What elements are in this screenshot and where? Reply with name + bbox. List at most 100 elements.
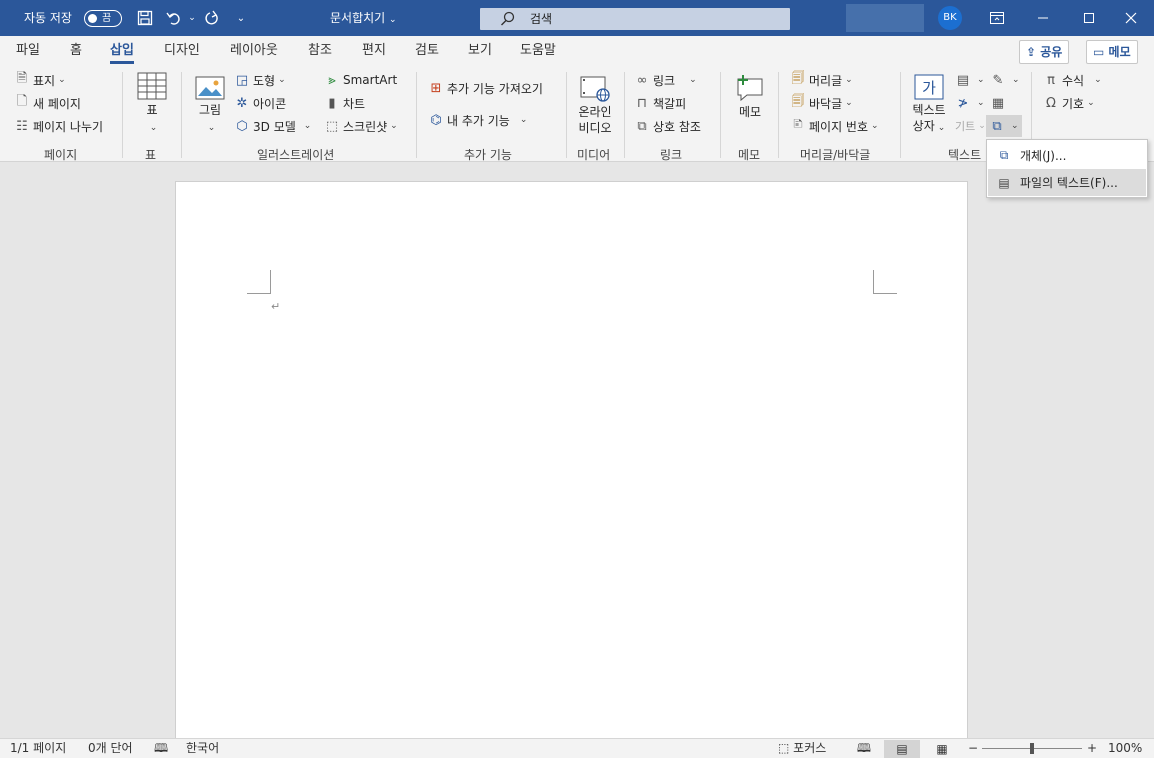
page-break-button[interactable]: ☷ 페이지 나누기 [14, 116, 103, 136]
document-title[interactable]: 문서합치기 ⌄ [330, 0, 397, 36]
new-comment-button[interactable]: 메모 [733, 74, 767, 120]
header-button[interactable]: 🗐 머리글 ⌄ [790, 70, 853, 90]
tab-insert[interactable]: 삽입 [110, 36, 134, 66]
chart-button[interactable]: ▮ 차트 [324, 93, 365, 113]
online-video-button[interactable]: 온라인 비디오 [574, 76, 616, 136]
3d-cube-icon: ⬡ [236, 118, 248, 134]
web-layout-icon[interactable]: ▦ [924, 740, 960, 758]
customize-qat-icon[interactable]: ⌄ [231, 8, 251, 28]
save-icon[interactable] [135, 8, 155, 28]
search-box[interactable]: 검색 [480, 8, 790, 30]
text-file-icon: ▤ [998, 175, 1010, 190]
picture-button[interactable]: 그림 ⌄ [194, 76, 226, 136]
group-label-pages: 페이지 [44, 148, 78, 162]
bookmark-button[interactable]: ⊓ 책갈피 [634, 93, 686, 113]
footer-button[interactable]: 🗐 바닥글 ⌄ [790, 93, 853, 113]
word-count[interactable]: 0개 단어 [88, 739, 133, 758]
group-label-media: 미디어 [577, 148, 611, 162]
language-indicator[interactable]: 한국어 [186, 739, 219, 758]
user-avatar[interactable]: BK [938, 6, 962, 30]
get-addins-button[interactable]: ⊞ 추가 기능 가져오기 [428, 78, 543, 98]
tab-layout[interactable]: 레이아웃 [230, 36, 278, 66]
menu-item-text-from-file[interactable]: ▤ 파일의 텍스트(F)... [988, 169, 1146, 196]
table-button[interactable]: 표 ⌄ [136, 72, 168, 136]
ribbon-display-icon[interactable] [974, 0, 1020, 36]
icons-icon: ✲ [236, 95, 248, 111]
tab-file[interactable]: 파일 [16, 36, 40, 66]
object-button[interactable]: ⧉ ⌄ [986, 115, 1022, 137]
undo-dropdown-icon[interactable]: ⌄ [182, 8, 202, 28]
quick-parts-icon: ▤ [956, 72, 970, 88]
user-name-redacted [846, 4, 924, 32]
tab-design[interactable]: 디자인 [164, 36, 200, 66]
tab-view[interactable]: 보기 [468, 36, 492, 66]
tab-mailings[interactable]: 편지 [362, 36, 386, 66]
signature-line-button[interactable]: ✎ ⌄ [990, 70, 1020, 90]
bookmark-icon: ⊓ [636, 95, 648, 111]
drop-cap-button[interactable]: 기트 ⌄ [955, 116, 986, 136]
calendar-icon: ▦ [991, 95, 1005, 111]
wordart-button[interactable]: ≯ ⌄ [955, 93, 985, 113]
group-label-text: 텍스트 [948, 148, 982, 162]
page-count[interactable]: 1/1 페이지 [10, 739, 66, 758]
ribbon-insert: 🗎 표지 ⌄ 🗋 새 페이지 ☷ 페이지 나누기 페이지 표 ⌄ 표 그림 ⌄ ◲ 도형 ⌄ ✲… [0, 66, 1154, 162]
quick-parts-button[interactable]: ▤ ⌄ [955, 70, 985, 90]
shapes-button[interactable]: ◲ 도형 ⌄ [234, 70, 286, 90]
cross-reference-icon: ⧉ [637, 118, 647, 134]
menu-item-object[interactable]: ⧉ 개체(J)... [988, 142, 1146, 169]
maximize-icon[interactable] [1066, 0, 1112, 36]
group-label-links: 링크 [660, 148, 683, 162]
tab-references[interactable]: 참조 [308, 36, 332, 66]
object-icon: ⧉ [999, 148, 1009, 162]
status-bar: 1/1 페이지 0개 단어 🕮 한국어 ⬚ 포커스 🕮 ▤ ▦ − + 100% [0, 738, 1154, 758]
tab-review[interactable]: 검토 [415, 36, 439, 66]
document-page[interactable]: ↵ [175, 181, 968, 741]
group-separator [566, 72, 567, 158]
ribbon-tabs: 파일 홈 삽입 디자인 레이아웃 참조 편지 검토 보기 도움말 [0, 36, 1154, 66]
text-box-button[interactable]: 가 텍스트 상자 ⌄ [908, 74, 950, 136]
pi-icon: π [1047, 72, 1055, 88]
zoom-in-button[interactable]: + [1087, 739, 1097, 758]
my-addins-button[interactable]: ⌬ 내 추가 기능 ⌄ [428, 110, 527, 130]
link-icon: ∞ [636, 72, 648, 88]
zoom-slider[interactable] [982, 743, 1082, 754]
autosave-state: 끔 [102, 13, 112, 24]
equation-button[interactable]: π 수식 ⌄ [1043, 70, 1102, 90]
store-icon: ⊞ [430, 80, 442, 96]
screenshot-button[interactable]: ⬚ 스크린샷 ⌄ [324, 116, 398, 136]
group-label-table: 표 [145, 148, 157, 162]
close-icon[interactable] [1108, 0, 1154, 36]
zoom-level[interactable]: 100% [1108, 739, 1142, 758]
link-button[interactable]: ∞ 링크 ⌄ [634, 70, 697, 90]
symbol-button[interactable]: Ω 기호 ⌄ [1043, 93, 1095, 113]
picture-icon [195, 76, 225, 100]
focus-mode-button[interactable]: ⬚ 포커스 [778, 739, 826, 758]
undo-icon[interactable] [164, 8, 184, 28]
autosave-toggle[interactable]: 끔 [84, 10, 122, 27]
omega-icon: Ω [1046, 95, 1056, 111]
wordart-icon: ≯ [957, 95, 969, 111]
page-number-button[interactable]: 🗈 페이지 번호 ⌄ [790, 116, 878, 136]
icons-button[interactable]: ✲ 아이콘 [234, 93, 287, 113]
tab-help[interactable]: 도움말 [520, 36, 556, 66]
comments-button[interactable]: ▭ 메모 [1086, 40, 1138, 64]
paragraph-mark-icon: ↵ [271, 300, 281, 313]
minimize-icon[interactable] [1020, 0, 1066, 36]
zoom-slider-thumb[interactable] [1030, 743, 1034, 754]
proofing-icon[interactable]: 🕮 [154, 739, 168, 758]
read-mode-icon[interactable]: 🕮 [846, 740, 882, 758]
zoom-out-button[interactable]: − [968, 739, 978, 758]
share-button[interactable]: ⇪ 공유 [1019, 40, 1070, 64]
print-layout-icon[interactable]: ▤ [884, 740, 920, 758]
group-label-header-footer: 머리글/바닥글 [800, 148, 871, 162]
toggle-knob [88, 14, 97, 23]
blank-page-button[interactable]: 🗋 새 페이지 [14, 93, 81, 113]
smartart-button[interactable]: ⪢ SmartArt [324, 70, 397, 90]
cover-page-button[interactable]: 🗎 표지 ⌄ [14, 70, 66, 90]
tab-home[interactable]: 홈 [70, 36, 82, 66]
date-time-button[interactable]: ▦ [990, 93, 1009, 113]
3d-models-button[interactable]: ⬡ 3D 모델 ⌄ [234, 116, 311, 136]
object-dropdown-menu: ⧉ 개체(J)... ▤ 파일의 텍스트(F)... [986, 139, 1148, 198]
cross-reference-button[interactable]: ⧉ 상호 참조 [634, 116, 701, 136]
redo-icon[interactable] [202, 8, 222, 28]
